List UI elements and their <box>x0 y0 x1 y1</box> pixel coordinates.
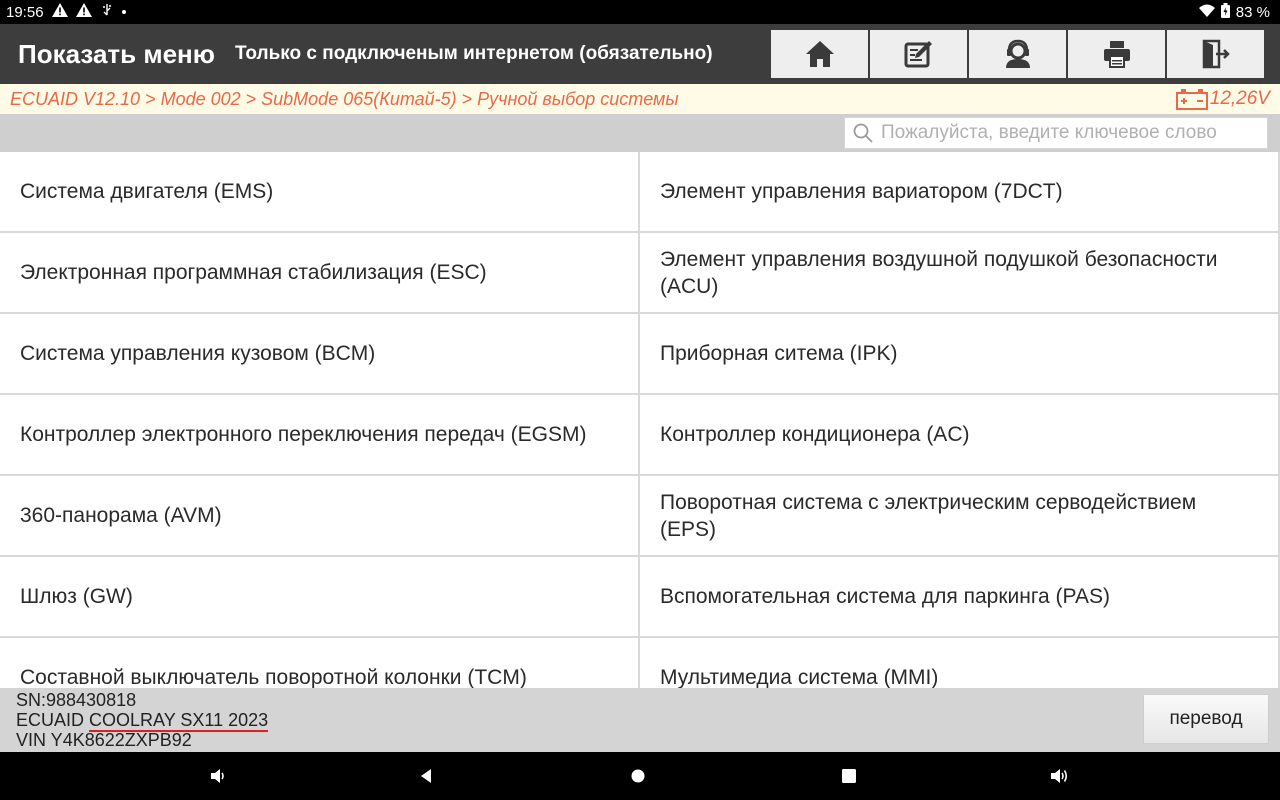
system-item-gw[interactable]: Шлюз (GW) <box>0 557 638 636</box>
edit-button[interactable] <box>870 30 967 78</box>
search-bar <box>0 114 1280 152</box>
breadcrumb-path: ECUAID V12.10 > Mode 002 > SubMode 065(К… <box>10 88 679 109</box>
vehicle-info: SN:988430818 ECUAID COOLRAY SX11 2023 VI… <box>16 690 269 750</box>
system-item-pas[interactable]: Вспомогательная система для паркинга (PA… <box>640 557 1278 636</box>
app-header: Показать меню Только с подключеным интер… <box>0 24 1280 84</box>
system-item-egsm[interactable]: Контроллер электронного переключения пер… <box>0 395 638 474</box>
ecuaid-label: ECUAID <box>16 710 90 730</box>
android-nav-bar <box>0 752 1280 800</box>
vehicle-line: ECUAID COOLRAY SX11 2023 <box>16 710 269 732</box>
print-icon <box>1103 41 1130 68</box>
internet-notice: Только с подключеным интернетом (обязате… <box>234 43 713 64</box>
system-item-eps[interactable]: Поворотная система с электрическим серво… <box>640 476 1278 555</box>
usb-icon <box>100 3 114 21</box>
home-button[interactable] <box>771 30 868 78</box>
system-item-ipk[interactable]: Приборная ситема (IPK) <box>640 314 1278 393</box>
system-item-esc[interactable]: Электронная программная стабилизация (ES… <box>0 233 638 312</box>
search-icon <box>853 123 873 143</box>
system-item-7dct[interactable]: Элемент управления вариатором (7DCT) <box>640 152 1278 231</box>
circle-home-icon <box>631 769 645 783</box>
system-item-bcm[interactable]: Система управления кузовом (BCM) <box>0 314 638 393</box>
back-button[interactable] <box>414 764 438 788</box>
system-item-ems[interactable]: Система двигателя (EMS) <box>0 152 638 231</box>
volume-up-button[interactable] <box>1047 764 1071 788</box>
status-bar: 19:56 83 % <box>0 0 1280 24</box>
support-icon <box>1005 39 1030 68</box>
vehicle-model: COOLRAY SX11 2023 <box>89 710 269 732</box>
battery-percent: 83 % <box>1235 3 1270 21</box>
page-title: Показать меню <box>18 38 215 69</box>
support-button[interactable] <box>969 30 1066 78</box>
exit-icon <box>1202 39 1230 69</box>
print-button[interactable] <box>1068 30 1165 78</box>
back-icon <box>421 769 431 783</box>
system-item-ac[interactable]: Контроллер кондиционера (AC) <box>640 395 1278 474</box>
search-field[interactable] <box>844 117 1268 149</box>
wifi-icon <box>1198 4 1215 21</box>
car-battery-icon <box>1175 89 1208 110</box>
system-list: Система двигателя (EMS) Элемент управлен… <box>0 152 1280 688</box>
recents-icon <box>842 769 856 783</box>
warning-icon <box>51 3 68 21</box>
system-item-tcm[interactable]: Составной выключатель поворотной колонки… <box>0 638 638 688</box>
breadcrumb: ECUAID V12.10 > Mode 002 > SubMode 065(К… <box>0 84 1280 114</box>
home-nav-button[interactable] <box>626 764 650 788</box>
voltage-value: 12,26V <box>1209 88 1270 109</box>
volume-down-icon <box>211 769 224 783</box>
system-item-mmi[interactable]: Мультимедиа система (MMI) <box>640 638 1278 688</box>
volume-up-icon <box>1051 769 1068 783</box>
battery-icon <box>1220 2 1230 22</box>
vehicle-info-bar: SN:988430818 ECUAID COOLRAY SX11 2023 VI… <box>0 688 1280 752</box>
vin-number: VIN Y4K8622ZXPB92 <box>16 730 192 750</box>
search-input[interactable] <box>881 122 1261 144</box>
serial-number: SN:988430818 <box>16 690 137 710</box>
volume-down-button[interactable] <box>206 764 230 788</box>
recents-button[interactable] <box>837 764 861 788</box>
exit-button[interactable] <box>1167 30 1264 78</box>
edit-icon <box>904 41 932 68</box>
status-time: 19:56 <box>6 3 44 21</box>
system-item-acu[interactable]: Элемент управления воздушной подушкой бе… <box>640 233 1278 312</box>
battery-voltage: 12,26V <box>1175 88 1270 110</box>
dot-icon <box>121 10 126 14</box>
toolbar <box>771 30 1264 78</box>
home-icon <box>805 41 834 67</box>
translate-button[interactable]: перевод <box>1143 694 1269 744</box>
system-item-avm[interactable]: 360-панорама (AVM) <box>0 476 638 555</box>
warning-icon <box>75 3 92 21</box>
